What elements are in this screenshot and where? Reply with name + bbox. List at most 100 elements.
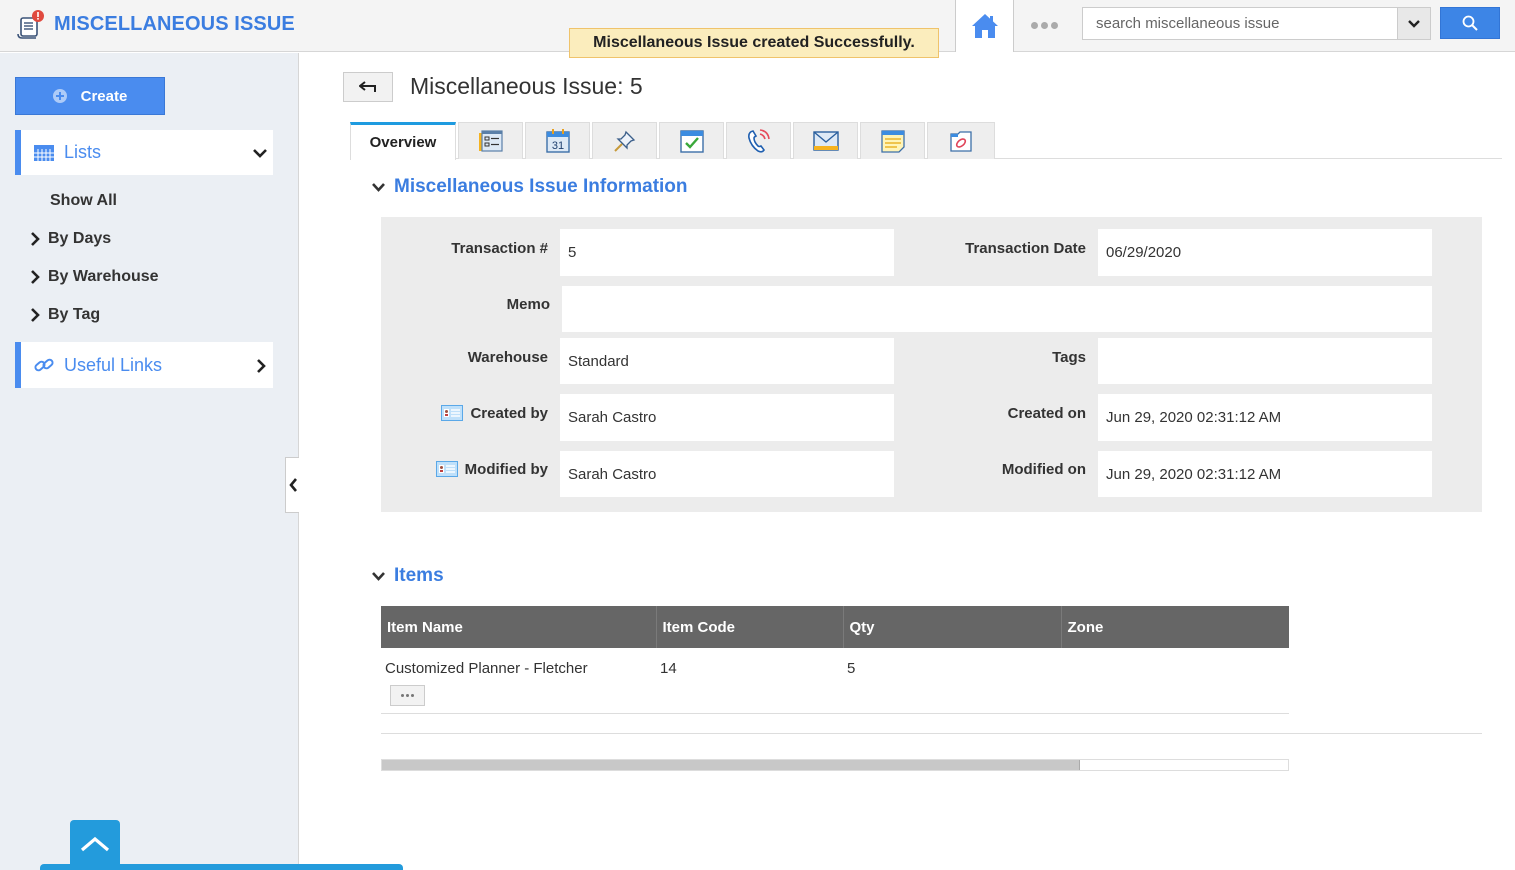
bottom-panel-bar[interactable] xyxy=(40,864,403,870)
app-title: MISCELLANEOUS ISSUE xyxy=(16,9,295,39)
svg-text:31: 31 xyxy=(551,140,563,152)
cell-zone xyxy=(1061,648,1289,714)
cell-item-name: Customized Planner - Fletcher xyxy=(381,648,656,714)
modified-by-label: Modified by xyxy=(390,459,548,479)
chevron-down-icon xyxy=(372,571,385,581)
items-section-toggle[interactable]: Items xyxy=(372,565,444,587)
column-header-item-name[interactable]: Item Name xyxy=(381,606,657,648)
scrollbar-thumb[interactable] xyxy=(382,760,1080,770)
contact-card-icon[interactable] xyxy=(435,461,458,477)
modified-on-value: Jun 29, 2020 02:31:12 AM xyxy=(1098,451,1432,497)
success-toast: Miscellaneous Issue created Successfully… xyxy=(569,28,939,58)
contact-card-icon[interactable] xyxy=(441,405,464,421)
memo-value xyxy=(562,286,1432,332)
sidebar-item-by-tag[interactable]: By Tag xyxy=(30,306,100,324)
modified-by-value: Sarah Castro xyxy=(560,451,894,497)
note-icon xyxy=(880,130,905,153)
tags-value xyxy=(1098,338,1432,384)
items-table: Item Name Item Code Qty Zone Customized … xyxy=(381,606,1289,714)
created-by-value: Sarah Castro xyxy=(560,394,894,441)
more-dots-icon xyxy=(1030,21,1038,29)
chevron-up-icon xyxy=(80,836,110,852)
info-section-toggle[interactable]: Miscellaneous Issue Information xyxy=(372,176,688,198)
sidebar-item-by-days[interactable]: By Days xyxy=(30,230,111,248)
document-alert-icon xyxy=(16,9,46,39)
tab-notes[interactable] xyxy=(860,122,925,159)
home-button[interactable] xyxy=(955,0,1014,52)
warehouse-value: Standard xyxy=(560,338,894,384)
created-on-value: Jun 29, 2020 02:31:12 AM xyxy=(1098,394,1432,441)
back-button[interactable] xyxy=(343,72,393,102)
tab-calls[interactable] xyxy=(726,122,791,159)
created-by-label: Created by xyxy=(390,403,548,423)
column-header-item-code[interactable]: Item Code xyxy=(656,606,844,648)
details-list-icon xyxy=(478,130,503,152)
tab-tasks[interactable] xyxy=(659,122,724,159)
collapse-sidebar-button[interactable] xyxy=(285,457,299,513)
items-section-title: Items xyxy=(394,565,444,586)
create-label: Create xyxy=(80,87,128,105)
tab-email[interactable] xyxy=(793,122,858,159)
cell-qty: 5 xyxy=(843,648,1061,714)
top-header: MISCELLANEOUS ISSUE Miscellaneous Issue … xyxy=(0,0,1515,58)
search-input[interactable] xyxy=(1082,7,1398,40)
info-section-title: Miscellaneous Issue Information xyxy=(394,176,688,197)
transaction-date-value: 06/29/2020 xyxy=(1098,229,1432,276)
transaction-date-label: Transaction Date xyxy=(965,239,1086,257)
tab-pin[interactable] xyxy=(592,122,657,159)
chevron-right-icon xyxy=(256,358,266,379)
sidebar-lists-toggle[interactable]: Lists xyxy=(15,130,273,175)
record-tabs: Overview 31 xyxy=(350,122,1502,160)
sidebar-item-show-all[interactable]: Show All xyxy=(50,192,117,210)
task-check-icon xyxy=(679,130,704,153)
tab-calendar[interactable]: 31 xyxy=(525,122,590,159)
email-icon xyxy=(812,131,839,151)
chevron-right-icon xyxy=(30,232,40,246)
sidebar: Create Lists Show All By Days By Warehou… xyxy=(0,53,299,870)
transaction-no-value: 5 xyxy=(560,229,894,276)
search-button[interactable] xyxy=(1440,7,1500,39)
phone-call-icon xyxy=(747,129,770,153)
warehouse-label: Warehouse xyxy=(467,348,548,366)
search-filter-dropdown[interactable] xyxy=(1397,7,1431,40)
chevron-down-icon xyxy=(253,145,267,163)
section-divider xyxy=(381,733,1482,734)
tab-overview[interactable]: Overview xyxy=(350,122,456,160)
column-header-zone[interactable]: Zone xyxy=(1061,606,1289,648)
horizontal-scrollbar[interactable] xyxy=(381,759,1289,771)
tab-attachments[interactable] xyxy=(927,122,995,159)
modified-on-label: Modified on xyxy=(1001,460,1086,478)
calendar-icon: 31 xyxy=(545,129,570,153)
chevron-left-icon xyxy=(288,478,297,492)
chevron-down-icon xyxy=(1408,19,1420,28)
chevron-right-icon xyxy=(30,308,40,322)
link-icon xyxy=(34,356,54,374)
more-options-button[interactable] xyxy=(1026,14,1062,36)
table-row: Customized Planner - Fletcher 14 5 xyxy=(381,648,1289,714)
attachment-icon xyxy=(950,131,972,152)
create-button[interactable]: Create xyxy=(15,77,165,115)
more-dots-icon xyxy=(401,694,404,697)
chevron-down-icon xyxy=(372,182,385,192)
chevron-right-icon xyxy=(30,270,40,284)
home-icon xyxy=(971,14,998,38)
grid-calendar-icon xyxy=(34,144,54,161)
scroll-to-top-button[interactable] xyxy=(70,820,120,870)
column-header-qty[interactable]: Qty xyxy=(843,606,1062,648)
app-title-text: MISCELLANEOUS ISSUE xyxy=(54,12,295,35)
page-title: Miscellaneous Issue: 5 xyxy=(410,73,643,99)
tags-label: Tags xyxy=(1052,348,1086,366)
transaction-no-label: Transaction # xyxy=(451,239,548,257)
tab-details[interactable] xyxy=(458,122,523,159)
sidebar-item-by-warehouse[interactable]: By Warehouse xyxy=(30,268,159,286)
created-on-label: Created on xyxy=(1007,404,1086,422)
search-icon xyxy=(1462,15,1478,31)
cell-item-code: 14 xyxy=(656,648,843,714)
pushpin-icon xyxy=(613,130,635,152)
sidebar-useful-links[interactable]: Useful Links xyxy=(15,342,273,388)
row-actions-button[interactable] xyxy=(390,685,425,706)
memo-label: Memo xyxy=(506,295,550,313)
lists-label: Lists xyxy=(64,142,102,162)
plus-circle-icon xyxy=(52,89,67,103)
useful-links-label: Useful Links xyxy=(64,354,163,375)
